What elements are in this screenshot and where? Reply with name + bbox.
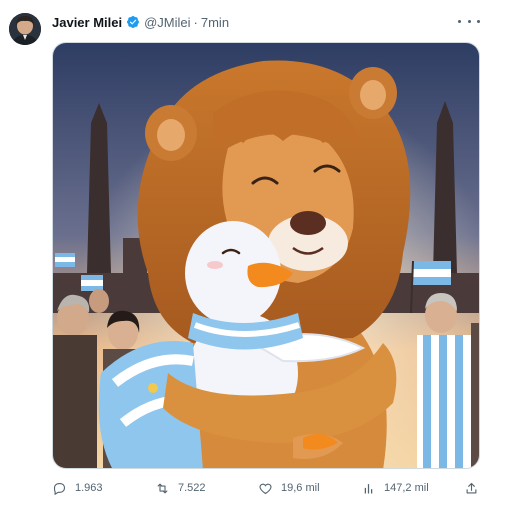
share-button[interactable] bbox=[464, 478, 479, 498]
tweet-actions: 1.963 7.522 19,6 mil 147,2 mil bbox=[52, 478, 480, 498]
author-display-name[interactable]: Javier Milei bbox=[52, 15, 122, 30]
like-count: 19,6 mil bbox=[281, 482, 320, 494]
verified-badge-icon bbox=[127, 16, 140, 28]
retweet-count: 7.522 bbox=[178, 482, 206, 494]
reply-count: 1.963 bbox=[75, 482, 103, 494]
views-button[interactable]: 147,2 mil bbox=[361, 478, 429, 498]
more-dot bbox=[458, 19, 461, 23]
like-button[interactable]: 19,6 mil bbox=[258, 478, 320, 498]
more-icon[interactable] bbox=[458, 14, 480, 28]
retweet-button[interactable]: 7.522 bbox=[155, 478, 206, 498]
separator-dot: · bbox=[193, 14, 198, 30]
views-icon bbox=[364, 483, 373, 493]
share-icon bbox=[466, 482, 477, 493]
avatar-image bbox=[9, 13, 41, 45]
tweet-image[interactable] bbox=[52, 42, 480, 469]
tweet-card: Javier Milei @JMilei · 7min 1.963 7.522 … bbox=[0, 0, 510, 510]
heart-icon bbox=[259, 483, 272, 494]
views-count: 147,2 mil bbox=[384, 482, 429, 494]
tweet-header: Javier Milei @JMilei · 7min bbox=[52, 13, 229, 31]
tweet-timestamp[interactable]: 7min bbox=[201, 15, 229, 30]
lion-hugging-duck-artwork bbox=[53, 43, 479, 468]
avatar[interactable] bbox=[9, 13, 41, 45]
more-dot bbox=[467, 19, 471, 23]
author-handle[interactable]: @JMilei bbox=[144, 15, 190, 30]
retweet-icon bbox=[157, 483, 168, 493]
more-dot bbox=[477, 19, 480, 23]
reply-button[interactable]: 1.963 bbox=[52, 478, 103, 498]
reply-icon bbox=[53, 482, 66, 495]
